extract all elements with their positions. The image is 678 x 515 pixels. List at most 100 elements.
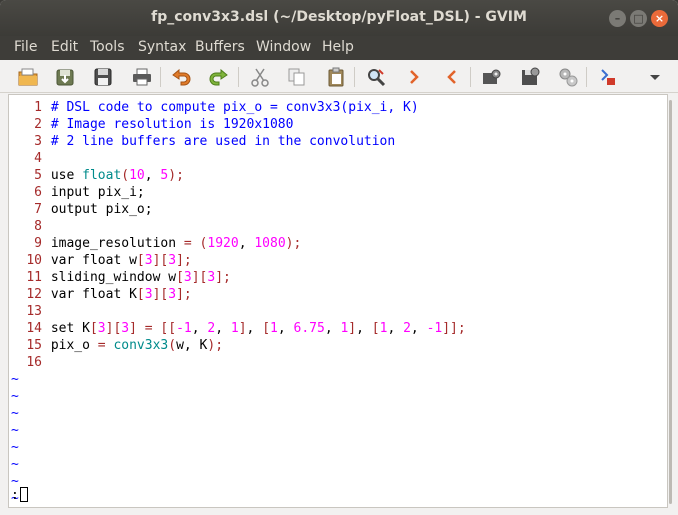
overflow-menu-icon[interactable] xyxy=(644,66,666,88)
code-token: 2 xyxy=(403,321,411,336)
code-token: 3 xyxy=(144,287,153,302)
empty-line-marker: ~ xyxy=(11,474,19,489)
code-token: ][ xyxy=(152,253,169,268)
code-line[interactable]: 2 # Image resolution is 1920x1080 xyxy=(9,116,667,133)
find-next-icon[interactable] xyxy=(403,66,425,88)
scrollbar-thumb[interactable] xyxy=(669,100,672,504)
line-number: 10 xyxy=(26,253,42,268)
code-token: sliding_window w xyxy=(50,270,177,285)
undo-icon[interactable] xyxy=(170,66,192,88)
line-text: sliding_window w[3][3]; xyxy=(51,270,231,285)
line-text: # 2 line buffers are used in the convolu… xyxy=(51,134,395,149)
code-line[interactable]: 12 var float K[3][3]; xyxy=(9,286,667,303)
code-token: 3 xyxy=(144,253,153,268)
window-title: fp_conv3x3.dsl (~/Desktop/pyFloat_DSL) -… xyxy=(151,9,527,25)
code-line[interactable]: 9 image_resolution = (1920, 1080); xyxy=(9,235,667,252)
menu-help[interactable]: Help xyxy=(322,39,354,55)
command-line[interactable]: : xyxy=(11,487,28,504)
minimize-button[interactable]: – xyxy=(609,10,626,27)
code-token: ( xyxy=(168,338,177,353)
line-number: 12 xyxy=(26,287,42,302)
editor-area[interactable]: 1 # DSL code to compute pix_o = conv3x3(… xyxy=(8,94,668,508)
code-line[interactable]: 6 input pix_i; xyxy=(9,184,667,201)
line-text: image_resolution = (1920, 1080); xyxy=(51,236,301,251)
code-token: = xyxy=(144,321,153,336)
code-token: = xyxy=(97,338,106,353)
toolbar-separator xyxy=(586,67,587,87)
code-token: 1 xyxy=(230,321,239,336)
code-token: conv3x3 xyxy=(113,338,169,353)
code-token: var float w xyxy=(50,253,137,268)
cursor xyxy=(19,487,28,502)
run-script-icon[interactable] xyxy=(557,66,579,88)
code-token: , xyxy=(410,321,427,336)
code-token: , xyxy=(324,321,341,336)
code-line[interactable]: 1 # DSL code to compute pix_o = conv3x3(… xyxy=(9,99,667,116)
code-token: float xyxy=(82,168,122,183)
empty-line-marker: ~ xyxy=(11,372,19,387)
line-text: # DSL code to compute pix_o = conv3x3(pi… xyxy=(51,100,419,115)
save-as-icon[interactable] xyxy=(54,66,76,88)
find-previous-icon[interactable] xyxy=(441,66,463,88)
menu-edit[interactable]: Edit xyxy=(51,39,78,55)
code-line[interactable]: 10 var float w[3][3]; xyxy=(9,252,667,269)
paste-icon[interactable] xyxy=(325,66,347,88)
menu-window[interactable]: Window xyxy=(256,39,311,55)
code-token: ]; xyxy=(176,287,192,302)
code-line[interactable]: 8 xyxy=(9,218,667,235)
code-line[interactable]: 3 # 2 line buffers are used in the convo… xyxy=(9,133,667,150)
cut-icon[interactable] xyxy=(249,66,271,88)
code-line[interactable]: 15 pix_o = conv3x3(w, K); xyxy=(9,337,667,354)
code-line[interactable]: 14 set K[3][3] = [[-1, 2, 1], [1, 6.75, … xyxy=(9,320,667,337)
find-replace-icon[interactable] xyxy=(365,66,387,88)
line-text: input pix_i; xyxy=(51,185,145,200)
line-text: var float K[3][3]; xyxy=(51,287,192,302)
vertical-scrollbar[interactable] xyxy=(668,94,674,508)
open-icon[interactable] xyxy=(17,66,39,88)
code-token: [ xyxy=(136,253,145,268)
code-token: 3 xyxy=(121,321,130,336)
code-line[interactable]: 13 xyxy=(9,303,667,320)
code-token: , xyxy=(144,168,161,183)
close-button[interactable]: × xyxy=(651,10,668,27)
line-number: 1 xyxy=(34,100,42,115)
menu-syntax[interactable]: Syntax xyxy=(138,39,186,55)
code-token: ][ xyxy=(191,270,208,285)
code-token: , xyxy=(215,321,231,336)
line-number: 13 xyxy=(26,304,42,319)
toolbar-separator xyxy=(354,67,355,87)
copy-icon[interactable] xyxy=(286,66,308,88)
code-token: ][ xyxy=(105,321,122,336)
code-line[interactable]: 7 output pix_o; xyxy=(9,201,667,218)
code-token: -1 xyxy=(176,321,192,336)
code-token: , xyxy=(246,321,263,336)
code-line[interactable]: 11 sliding_window w[3][3]; xyxy=(9,269,667,286)
line-text: use float(10, 5); xyxy=(51,168,184,183)
code-token: ] xyxy=(238,321,247,336)
make-icon[interactable] xyxy=(597,66,619,88)
print-icon[interactable] xyxy=(131,66,153,88)
save-icon[interactable] xyxy=(92,66,114,88)
load-session-icon[interactable] xyxy=(481,66,503,88)
maximize-button[interactable]: □ xyxy=(630,10,647,27)
code-line[interactable]: 16 xyxy=(9,354,667,371)
save-session-icon[interactable] xyxy=(519,66,541,88)
menu-file[interactable]: File xyxy=(14,39,37,55)
code-token: [ xyxy=(371,321,380,336)
command-prompt: : xyxy=(11,488,19,503)
title-bar[interactable]: fp_conv3x3.dsl (~/Desktop/pyFloat_DSL) -… xyxy=(0,0,678,36)
code-line[interactable]: 4 xyxy=(9,150,667,167)
code-view[interactable]: 1 # DSL code to compute pix_o = conv3x3(… xyxy=(9,99,667,507)
code-token: [ xyxy=(89,321,98,336)
code-token: 10 xyxy=(129,168,145,183)
menu-tools[interactable]: Tools xyxy=(90,39,125,55)
menu-buffers[interactable]: Buffers xyxy=(195,39,245,55)
redo-icon[interactable] xyxy=(208,66,230,88)
code-line[interactable]: 5 use float(10, 5); xyxy=(9,167,667,184)
code-token: = xyxy=(183,236,192,251)
empty-line-marker: ~ xyxy=(11,389,19,404)
line-text: var float w[3][3]; xyxy=(51,253,192,268)
code-token: [ xyxy=(136,287,145,302)
code-token: , xyxy=(356,321,372,336)
